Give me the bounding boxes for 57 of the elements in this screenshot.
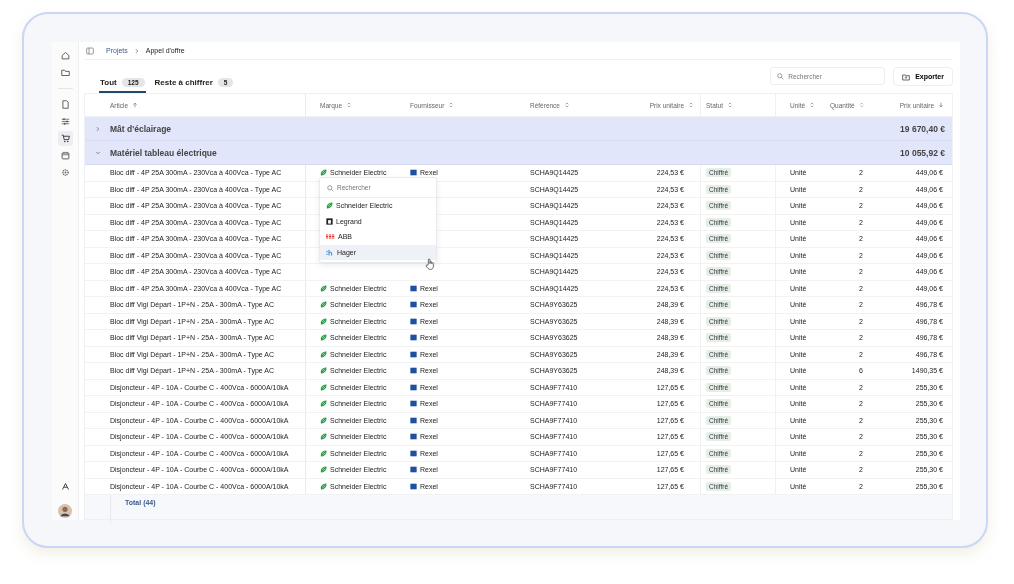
square-icon	[410, 284, 417, 292]
sort-up-icon	[132, 102, 139, 108]
sort-icon	[346, 102, 353, 108]
leaf-icon	[320, 433, 327, 441]
sort-icon	[858, 102, 864, 108]
leaf-icon	[320, 466, 327, 474]
avatar-icon[interactable]	[58, 504, 72, 518]
leaf-icon	[320, 169, 327, 177]
leaf-icon	[320, 301, 327, 309]
square-icon	[410, 416, 417, 424]
square-icon	[410, 334, 417, 342]
square-icon	[410, 482, 417, 490]
square-icon	[410, 466, 417, 474]
sort-down-icon	[938, 102, 944, 108]
sort-icon	[727, 102, 733, 108]
group-name: Matériel tableau électrique	[110, 147, 218, 158]
group-name: Mât d'éclairage	[110, 123, 173, 134]
group-row[interactable]: Matériel tableau électrique 10 055,92 €	[85, 141, 952, 165]
leaf-icon	[320, 317, 327, 325]
striped-logo-icon	[326, 234, 335, 240]
cart-icon[interactable]	[57, 131, 73, 146]
sort-icon	[688, 102, 694, 108]
square-icon	[410, 449, 417, 457]
group-row[interactable]: Mât d'éclairage 19 670,40 €	[85, 117, 952, 141]
square-icon	[410, 317, 417, 325]
search-icon	[327, 184, 334, 192]
leaf-icon	[320, 416, 327, 424]
square-icon	[410, 433, 417, 441]
square-icon	[410, 301, 417, 309]
chevron-down-icon[interactable]	[94, 149, 101, 156]
h-logo-icon	[326, 248, 334, 256]
leaf-icon	[320, 482, 327, 490]
sort-icon	[448, 102, 455, 108]
group-total: 10 055,92 €	[900, 147, 946, 158]
search-icon	[777, 73, 785, 80]
sidebar-toggle-icon[interactable]	[86, 46, 94, 55]
chevron-right-icon[interactable]	[94, 125, 101, 132]
chevron-icon	[133, 47, 140, 54]
group-total: 19 670,40 €	[900, 123, 946, 134]
square-icon	[410, 400, 417, 408]
leaf-icon	[320, 367, 327, 375]
leaf-icon	[326, 202, 333, 210]
leaf-icon	[320, 334, 327, 342]
export-icon	[902, 72, 911, 81]
sort-icon	[564, 102, 570, 108]
leaf-icon	[320, 400, 327, 408]
app-logo-icon[interactable]	[60, 482, 70, 491]
leaf-icon	[320, 383, 327, 391]
square-icon	[410, 169, 417, 177]
sort-icon	[809, 102, 816, 108]
square-icon	[410, 367, 417, 375]
leaf-icon	[320, 449, 327, 457]
leaf-icon	[320, 284, 327, 292]
square-logo-icon	[326, 217, 333, 225]
square-icon	[410, 383, 417, 391]
leaf-icon	[320, 350, 327, 358]
square-icon	[410, 350, 417, 358]
